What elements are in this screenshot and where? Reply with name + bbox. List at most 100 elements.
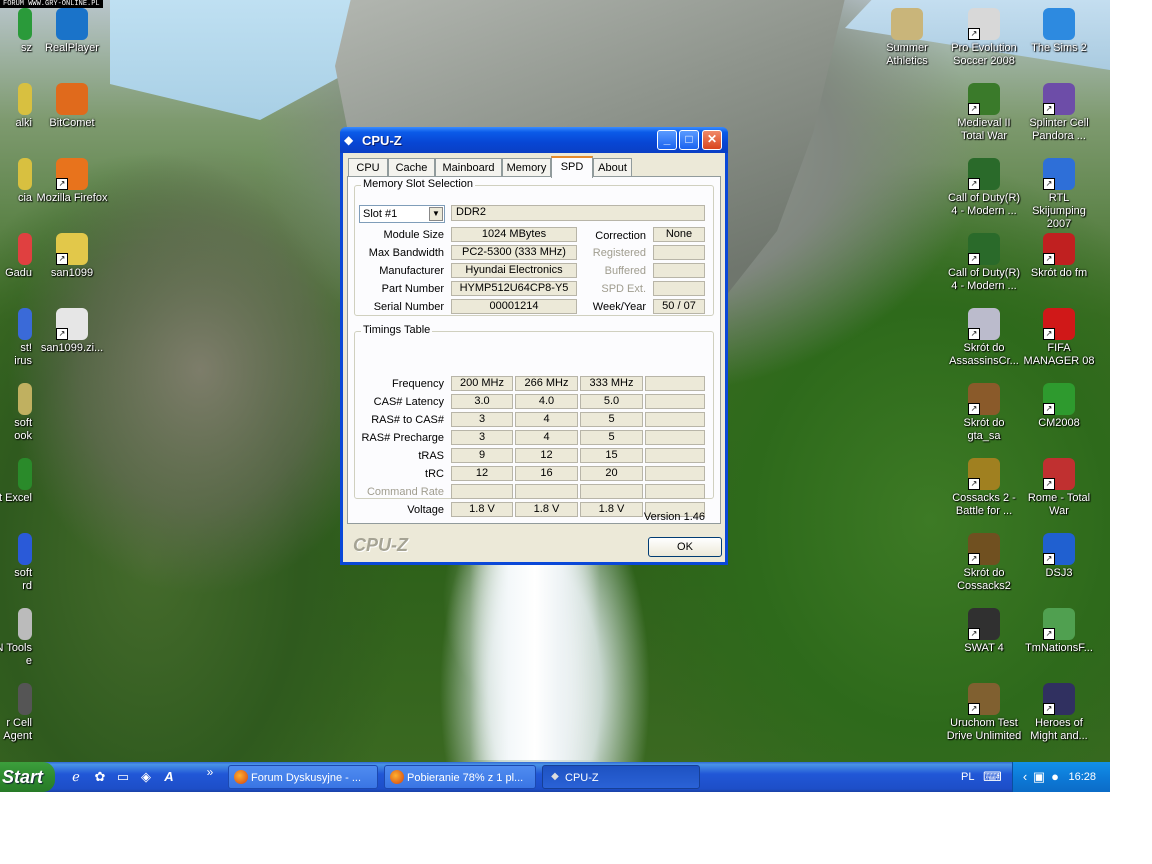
tab-mainboard[interactable]: Mainboard (435, 158, 502, 176)
app-icon[interactable]: ↗ (56, 233, 88, 265)
desktop-icon[interactable]: ↗ Call of Duty(R) 4 - Modern ... (946, 233, 1022, 293)
app-icon[interactable] (18, 308, 32, 340)
desktop-icon-partial[interactable]: alki (0, 83, 32, 130)
app-icon[interactable] (18, 158, 32, 190)
desktop-icon[interactable]: Summer Athletics (869, 8, 945, 68)
app-icon[interactable]: ↗ (968, 158, 1000, 190)
app-icon[interactable] (18, 383, 32, 415)
app-icon[interactable]: ↗ (1043, 533, 1075, 565)
desktop-icon[interactable]: ↗ Skrót do gta_sa (946, 383, 1022, 443)
app-icon[interactable]: ↗ (1043, 458, 1075, 490)
ie-quicklaunch-icon[interactable]: ℯ (68, 769, 84, 785)
app-icon[interactable]: ↗ (1043, 233, 1075, 265)
ok-button[interactable]: OK (648, 537, 722, 557)
app-icon[interactable]: ↗ (968, 383, 1000, 415)
maximize-button[interactable]: □ (679, 130, 699, 150)
desktop-icon[interactable]: ↗ Skrót do AssassinsCr... (946, 308, 1022, 368)
app-icon[interactable] (56, 8, 88, 40)
start-button[interactable]: Start (0, 762, 55, 792)
shield-tray-icon[interactable]: ● (1047, 769, 1063, 785)
network-tray-icon[interactable]: ▣ (1031, 769, 1047, 785)
desktop-icon[interactable]: ↗ Heroes of Might and... (1021, 683, 1097, 743)
tab-about[interactable]: About (593, 158, 632, 176)
app-icon[interactable] (18, 8, 32, 40)
window-titlebar[interactable]: ◆ CPU-Z _ □ ✕ (340, 127, 728, 153)
close-button[interactable]: ✕ (702, 130, 722, 150)
app-icon[interactable] (18, 458, 32, 490)
desktop-icon[interactable]: ↗ san1099.zi... (34, 308, 110, 355)
desktop-icon[interactable]: ↗ DSJ3 (1021, 533, 1097, 580)
desktop-icon[interactable]: ↗ Medieval II Total War (946, 83, 1022, 143)
app-icon[interactable] (1043, 8, 1075, 40)
desktop-icon[interactable]: RealPlayer (34, 8, 110, 55)
app-icon[interactable]: ↗ (968, 608, 1000, 640)
desktop-icon[interactable]: ↗ Pro Evolution Soccer 2008 (946, 8, 1022, 68)
desktop-icon[interactable]: ↗ FIFA MANAGER 08 (1021, 308, 1097, 368)
tab-memory[interactable]: Memory (502, 158, 551, 176)
taskbar-button[interactable]: Pobieranie 78% z 1 pl... (384, 765, 536, 789)
desktop-icon[interactable]: ↗ RTL Skijumping 2007 (1021, 158, 1097, 231)
folder-quicklaunch-icon[interactable]: ▭ (115, 769, 131, 785)
app-icon[interactable]: ↗ (1043, 308, 1075, 340)
app-icon[interactable] (18, 233, 32, 265)
tab-cpu[interactable]: CPU (348, 158, 388, 176)
app-icon[interactable] (18, 683, 32, 715)
app-icon[interactable]: ↗ (56, 308, 88, 340)
app-icon[interactable]: ↗ (968, 458, 1000, 490)
desktop-icon[interactable]: ↗ SWAT 4 (946, 608, 1022, 655)
chevron-down-icon[interactable]: ▼ (429, 207, 443, 221)
desktop-icon[interactable]: ↗ san1099 (34, 233, 110, 280)
keyboard-icon[interactable]: ⌨ (983, 769, 1002, 785)
app-icon[interactable]: ↗ (968, 8, 1000, 40)
minimize-button[interactable]: _ (657, 130, 677, 150)
desktop-icon[interactable]: ↗ Mozilla Firefox (34, 158, 110, 205)
desktop-icon[interactable]: ↗ Rome - Total War (1021, 458, 1097, 518)
app-icon[interactable]: ↗ (968, 83, 1000, 115)
desktop-icon[interactable]: ↗ CM2008 (1021, 383, 1097, 430)
cpuz-window[interactable]: ◆ CPU-Z _ □ ✕ CPU Cache Mainboard Memory SPD… (340, 127, 728, 565)
desktop-icon-partial[interactable]: t Excel (0, 458, 32, 505)
messenger-quicklaunch-icon[interactable]: ✿ (92, 769, 108, 785)
app-icon[interactable]: ↗ (1043, 158, 1075, 190)
desktop-icon[interactable]: ↗ Skrót do Cossacks2 (946, 533, 1022, 593)
app-icon[interactable] (56, 83, 88, 115)
app-icon[interactable]: ↗ (1043, 83, 1075, 115)
desktop-icon[interactable]: BitComet (34, 83, 110, 130)
app-icon[interactable]: ↗ (1043, 383, 1075, 415)
desktop-icon-partial[interactable]: r Cell Agent (0, 683, 32, 743)
desktop-icon-partial[interactable]: Gadu (0, 233, 32, 280)
desktop-icon-partial[interactable]: st! irus (0, 308, 32, 368)
app-icon[interactable] (18, 83, 32, 115)
taskbar-button[interactable]: ◆ CPU-Z (542, 765, 700, 789)
desktop-icon[interactable]: ↗ Uruchom Test Drive Unlimited (946, 683, 1022, 743)
language-indicator[interactable]: PL (961, 762, 974, 792)
desktop-icon[interactable]: ↗ Skrót do fm (1021, 233, 1097, 280)
font-quicklaunch-icon[interactable]: A (161, 769, 177, 785)
app-icon[interactable] (18, 533, 32, 565)
app-icon[interactable]: ↗ (968, 533, 1000, 565)
app-icon[interactable] (891, 8, 923, 40)
app-icon[interactable]: ↗ (968, 683, 1000, 715)
app-icon[interactable]: ↗ (1043, 608, 1075, 640)
desktop-icon[interactable]: ↗ Call of Duty(R) 4 - Modern ... (946, 158, 1022, 218)
desktop-icon-partial[interactable]: sz (0, 8, 32, 55)
taskbar-button[interactable]: Forum Dyskusyjne - ... (228, 765, 378, 789)
app-icon[interactable]: ↗ (56, 158, 88, 190)
quicklaunch-chevron[interactable]: » (202, 764, 218, 780)
app-icon[interactable]: ↗ (1043, 683, 1075, 715)
app-icon[interactable] (18, 608, 32, 640)
desktop-icon[interactable]: The Sims 2 (1021, 8, 1097, 55)
tab-cache[interactable]: Cache (388, 158, 435, 176)
app-icon[interactable]: ↗ (968, 308, 1000, 340)
desktop-icon[interactable]: ↗ TmNationsF... (1021, 608, 1097, 655)
desktop-icon[interactable]: ↗ Splinter Cell Pandora ... (1021, 83, 1097, 143)
app-icon[interactable]: ↗ (968, 233, 1000, 265)
desktop-icon-partial[interactable]: soft rd (0, 533, 32, 593)
desktop-icon-partial[interactable]: N Tools e (0, 608, 32, 668)
desktop-icon[interactable]: ↗ Cossacks 2 - Battle for ... (946, 458, 1022, 518)
slot-select[interactable]: Slot #1 ▼ (359, 205, 445, 223)
tab-spd[interactable]: SPD (551, 156, 593, 178)
desktop-icon-partial[interactable]: soft ook (0, 383, 32, 443)
desktop-icon-partial[interactable]: cia (0, 158, 32, 205)
media-quicklaunch-icon[interactable]: ◈ (138, 769, 154, 785)
